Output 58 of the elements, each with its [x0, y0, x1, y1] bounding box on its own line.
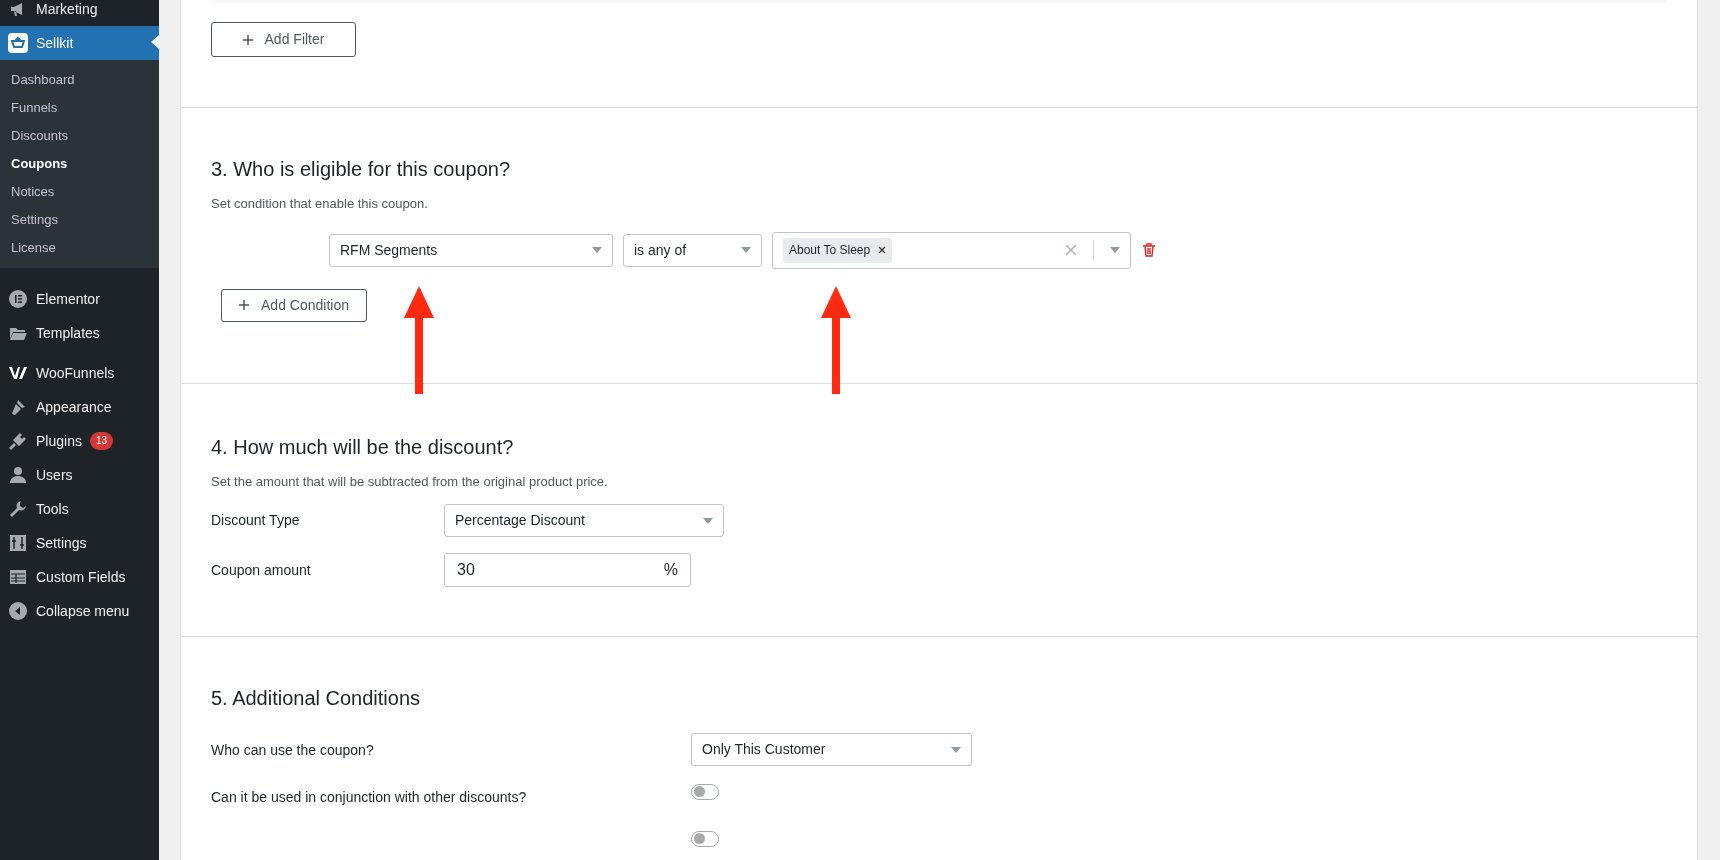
- submenu-item[interactable]: Dashboard: [0, 66, 159, 94]
- section-heading: 4. How much will be the discount?: [211, 434, 515, 460]
- field-label: Discount Type: [211, 511, 301, 531]
- submenu-item[interactable]: Notices: [0, 178, 159, 206]
- basket-icon: [8, 33, 28, 53]
- count-badge: 13: [89, 432, 114, 450]
- caret-icon: [1110, 247, 1120, 253]
- caret-icon: [703, 517, 713, 524]
- sidebar-item[interactable]: WooFunnels: [0, 356, 159, 390]
- section-heading: 3. Who is eligible for this coupon?: [211, 157, 512, 182]
- sidebar-item[interactable]: Templates: [0, 316, 159, 350]
- segment-tag: About To Sleep: [783, 237, 893, 263]
- submenu-item[interactable]: License: [0, 234, 159, 262]
- field-label: Who can use the coupon?: [211, 741, 374, 758]
- current-pointer-icon: [151, 35, 159, 49]
- field-label: Coupon amount: [211, 560, 312, 580]
- section-description: Set condition that enable this coupon.: [211, 195, 429, 213]
- plus-icon: [239, 300, 249, 310]
- user-icon: [8, 465, 28, 485]
- section-heading: 5. Additional Conditions: [211, 686, 422, 711]
- toggle-switch[interactable]: [691, 830, 719, 847]
- sidebar-item[interactable]: Plugins 13: [0, 424, 159, 458]
- field-label: Can it be used in conjunction with other discounts?: [211, 788, 527, 805]
- field-select[interactable]: RFM Segments: [329, 233, 613, 267]
- clear-icon[interactable]: [1065, 244, 1077, 256]
- collapse-icon: [8, 601, 28, 621]
- discount-type-select[interactable]: Percentage Discount: [444, 504, 724, 538]
- operator-select[interactable]: is any of: [623, 233, 762, 267]
- remove-icon[interactable]: [878, 246, 887, 254]
- sidebar-item[interactable]: Settings: [0, 526, 159, 560]
- submenu-item[interactable]: Funnels: [0, 94, 159, 122]
- submenu-item[interactable]: Coupons: [0, 150, 159, 178]
- plug-icon: [8, 431, 28, 451]
- caret-icon: [741, 247, 751, 253]
- section-description: Set the amount that will be subtracted from the original product price.: [211, 472, 609, 491]
- sidebar-item[interactable]: Custom Fields: [0, 560, 159, 594]
- sidebar-item[interactable]: Users: [0, 458, 159, 492]
- customer-select[interactable]: Only This Customer: [691, 733, 972, 766]
- sidebar-item[interactable]: Sellkit: [0, 26, 159, 60]
- sidebar-item[interactable]: Tools: [0, 492, 159, 526]
- sliders-icon: [8, 533, 28, 553]
- wrench-icon: [8, 499, 28, 519]
- submenu-item[interactable]: Settings: [0, 206, 159, 234]
- amount-field[interactable]: 30 %: [444, 553, 691, 588]
- toggle-switch[interactable]: [691, 783, 719, 800]
- add-filter-button[interactable]: Add Filter: [211, 22, 356, 57]
- sidebar-item[interactable]: Marketing: [0, 0, 159, 26]
- caret-icon: [592, 247, 602, 253]
- sidebar-item[interactable]: Collapse menu: [0, 594, 159, 628]
- segment-multiselect[interactable]: About To Sleep: [772, 231, 1131, 269]
- add-condition-button[interactable]: Add Condition: [221, 288, 367, 322]
- sidebar-item[interactable]: Elementor: [0, 282, 159, 316]
- plus-icon: [242, 34, 253, 45]
- submenu-item[interactable]: Discounts: [0, 122, 159, 150]
- trash-icon[interactable]: [1141, 242, 1157, 258]
- caret-icon: [951, 746, 961, 753]
- table-icon: [8, 567, 28, 587]
- sidebar-item[interactable]: Appearance: [0, 390, 159, 424]
